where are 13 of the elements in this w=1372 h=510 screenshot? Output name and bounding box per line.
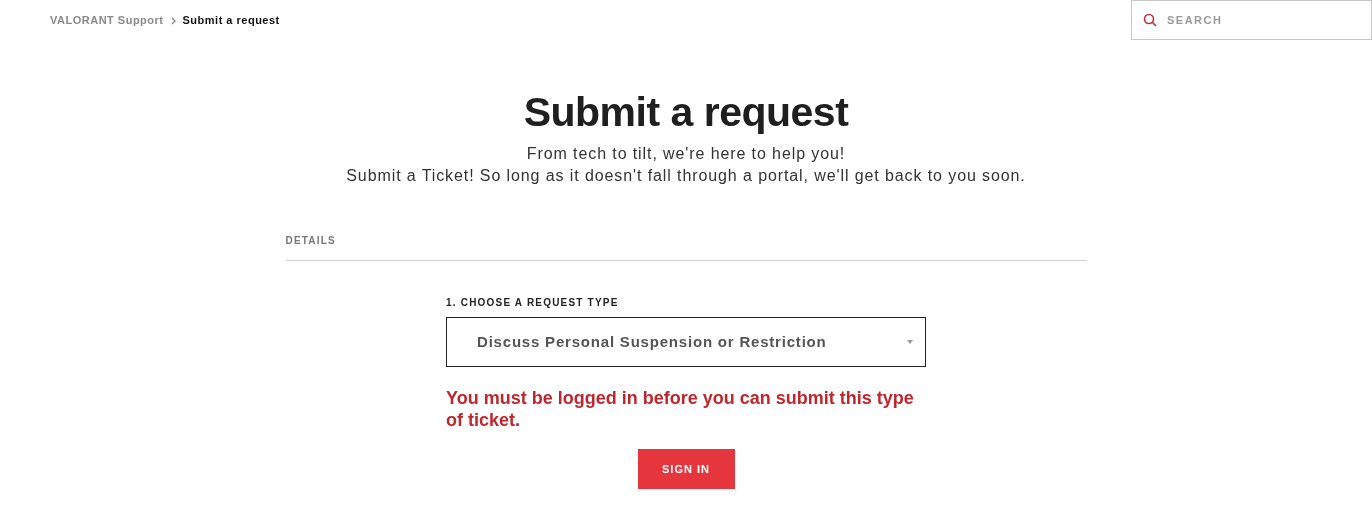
subtitle: From tech to tilt, we're here to help you! — [525, 144, 847, 165]
subtitle: Submit a Ticket! So long as it doesn't fall through a portal, we'll get back to you soon. — [345, 166, 1027, 187]
section-heading: DETAILS — [285, 235, 336, 247]
breadcrumb-link[interactable]: Submit a request — [182, 12, 280, 29]
breadcrumb-link[interactable]: VALORANT Support — [50, 12, 164, 29]
request-type-dropdown[interactable]: Discuss Personal Suspension or Restriction — [446, 317, 926, 368]
search-icon — [1143, 13, 1157, 27]
caret-icon — [907, 340, 913, 345]
field-label: 1. CHOOSE A REQUEST TYPE — [446, 296, 620, 311]
sign-in-button[interactable]: SIGN IN — [637, 449, 735, 490]
page-title: Submit a request — [522, 88, 850, 137]
error-message: You must be logged in before you can submit this type of ticket. — [446, 387, 915, 432]
search-field[interactable]: SEARCH — [1131, 0, 1372, 40]
